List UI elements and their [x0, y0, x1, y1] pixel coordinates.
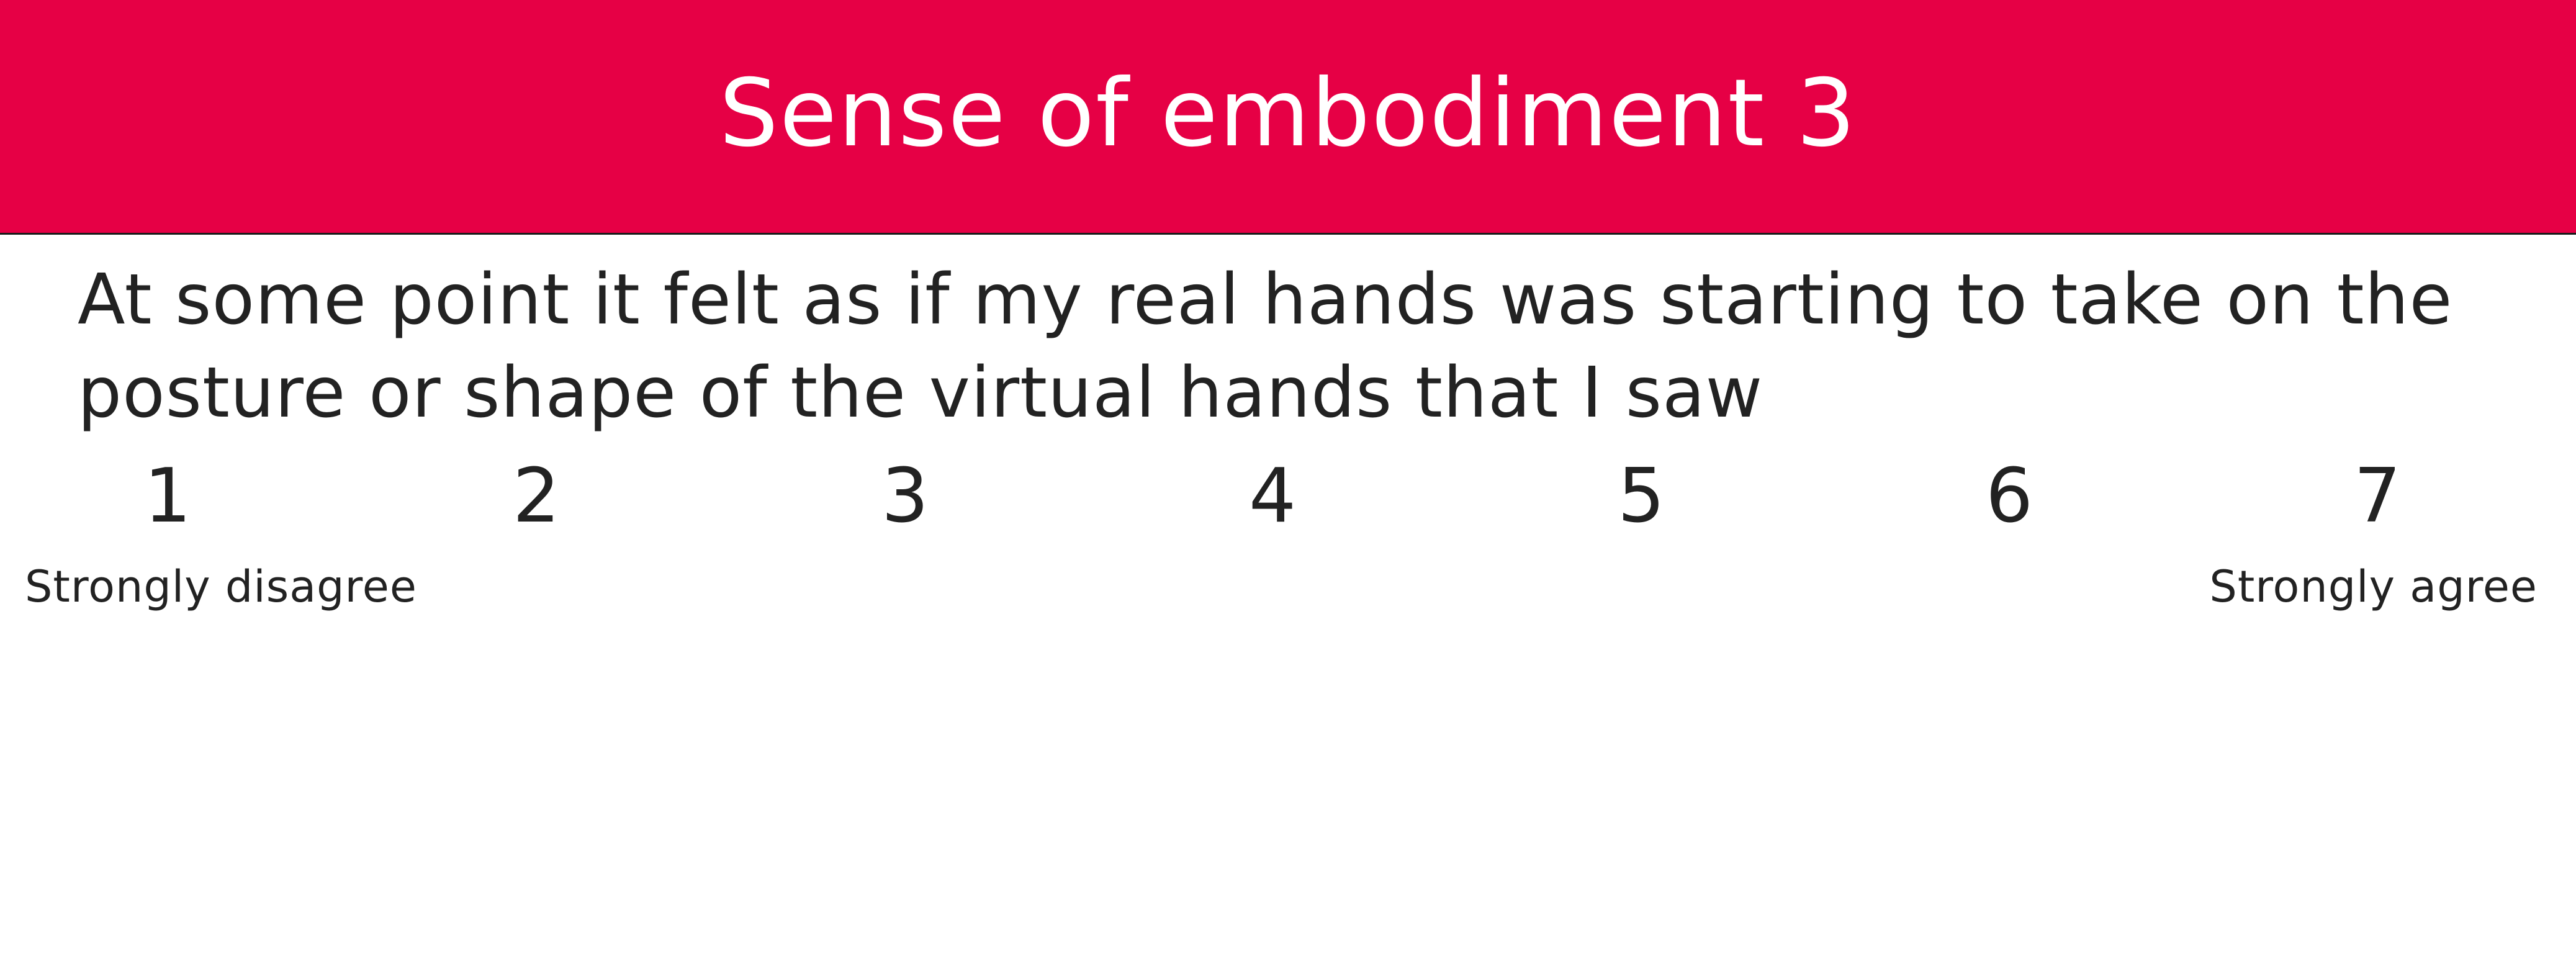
likert-scale: 1 2 3 4 5 6 7 — [0, 459, 2576, 534]
page-title: Sense of embodiment 3 — [719, 59, 1857, 168]
scale-option-6[interactable]: 6 — [1947, 459, 2071, 534]
scale-option-7[interactable]: 7 — [2315, 459, 2439, 534]
scale-option-2[interactable]: 2 — [474, 459, 598, 534]
scale-max-label: Strongly agree — [2209, 561, 2538, 612]
question-text: At some point it felt as if my real hand… — [78, 260, 2453, 433]
scale-option-1[interactable]: 1 — [106, 459, 230, 534]
scale-option-4[interactable]: 4 — [1210, 459, 1335, 534]
scale-option-5[interactable]: 5 — [1579, 459, 1703, 534]
questionnaire-screen: Sense of embodiment 3 At some point it f… — [0, 0, 2576, 958]
scale-min-label: Strongly disagree — [25, 561, 417, 612]
header-banner: Sense of embodiment 3 — [0, 0, 2576, 235]
scale-option-3[interactable]: 3 — [843, 459, 967, 534]
